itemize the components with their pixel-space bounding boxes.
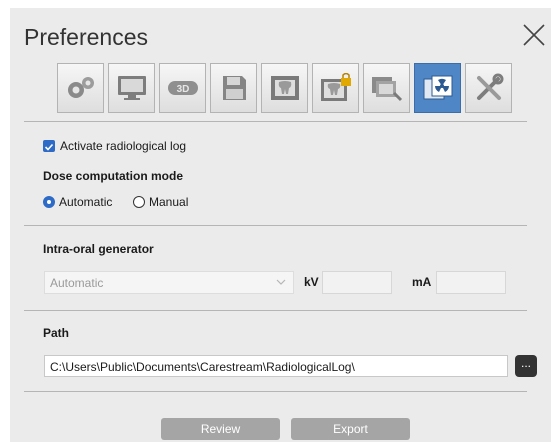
tab-tools[interactable]	[465, 63, 512, 113]
dose-mode-heading: Dose computation mode	[43, 169, 184, 183]
activate-log-checkbox[interactable]	[43, 140, 55, 152]
kv-field[interactable]	[322, 271, 392, 294]
preferences-toolbar: 3D	[57, 63, 512, 113]
tab-security[interactable]	[312, 63, 359, 113]
dialog-title: Preferences	[24, 24, 149, 50]
dose-automatic-label: Automatic	[59, 195, 113, 209]
generator-select-value: Automatic	[50, 276, 104, 290]
dose-automatic-radio[interactable]	[43, 196, 55, 208]
ma-label: mA	[412, 275, 432, 289]
generator-heading: Intra-oral generator	[43, 242, 154, 256]
kv-label: kV	[304, 275, 319, 289]
close-icon[interactable]	[521, 22, 547, 48]
image-settings-icon	[371, 77, 402, 102]
browse-button[interactable]: ...	[515, 355, 537, 377]
tab-acquisition[interactable]	[261, 63, 308, 113]
divider	[24, 391, 527, 392]
tab-radiological-log[interactable]	[414, 63, 461, 113]
3d-icon: 3D	[167, 81, 198, 95]
tab-general[interactable]	[57, 63, 104, 113]
dose-manual-label: Manual	[149, 195, 189, 209]
tab-display[interactable]	[108, 63, 155, 113]
floppy-disk-icon	[222, 76, 246, 100]
preferences-dialog: Preferences 3D Activate radiological log…	[10, 8, 551, 442]
tab-3d[interactable]: 3D	[159, 63, 206, 113]
generator-select[interactable]: Automatic	[44, 271, 294, 294]
path-input[interactable]: C:\Users\Public\Documents\Carestream\Rad…	[44, 355, 508, 377]
chevron-down-icon	[276, 279, 286, 285]
export-button[interactable]: Export	[291, 418, 410, 440]
dose-manual-radio[interactable]	[133, 196, 145, 208]
tab-image-settings[interactable]	[363, 63, 410, 113]
monitor-icon	[117, 76, 146, 100]
divider	[24, 121, 527, 122]
tab-storage[interactable]	[210, 63, 257, 113]
review-button[interactable]: Review	[161, 418, 280, 440]
divider	[24, 310, 527, 311]
gears-icon	[67, 77, 94, 98]
tooth-frame-icon	[270, 76, 299, 100]
check-icon	[44, 143, 54, 151]
activate-log-label: Activate radiological log	[60, 139, 187, 153]
path-heading: Path	[43, 326, 70, 340]
svg-text:3D: 3D	[176, 84, 189, 95]
tools-icon	[476, 73, 503, 100]
tooth-frame-lock-icon	[320, 73, 351, 101]
divider	[24, 225, 527, 226]
radiation-log-icon	[423, 75, 452, 100]
ma-field[interactable]	[436, 271, 506, 294]
